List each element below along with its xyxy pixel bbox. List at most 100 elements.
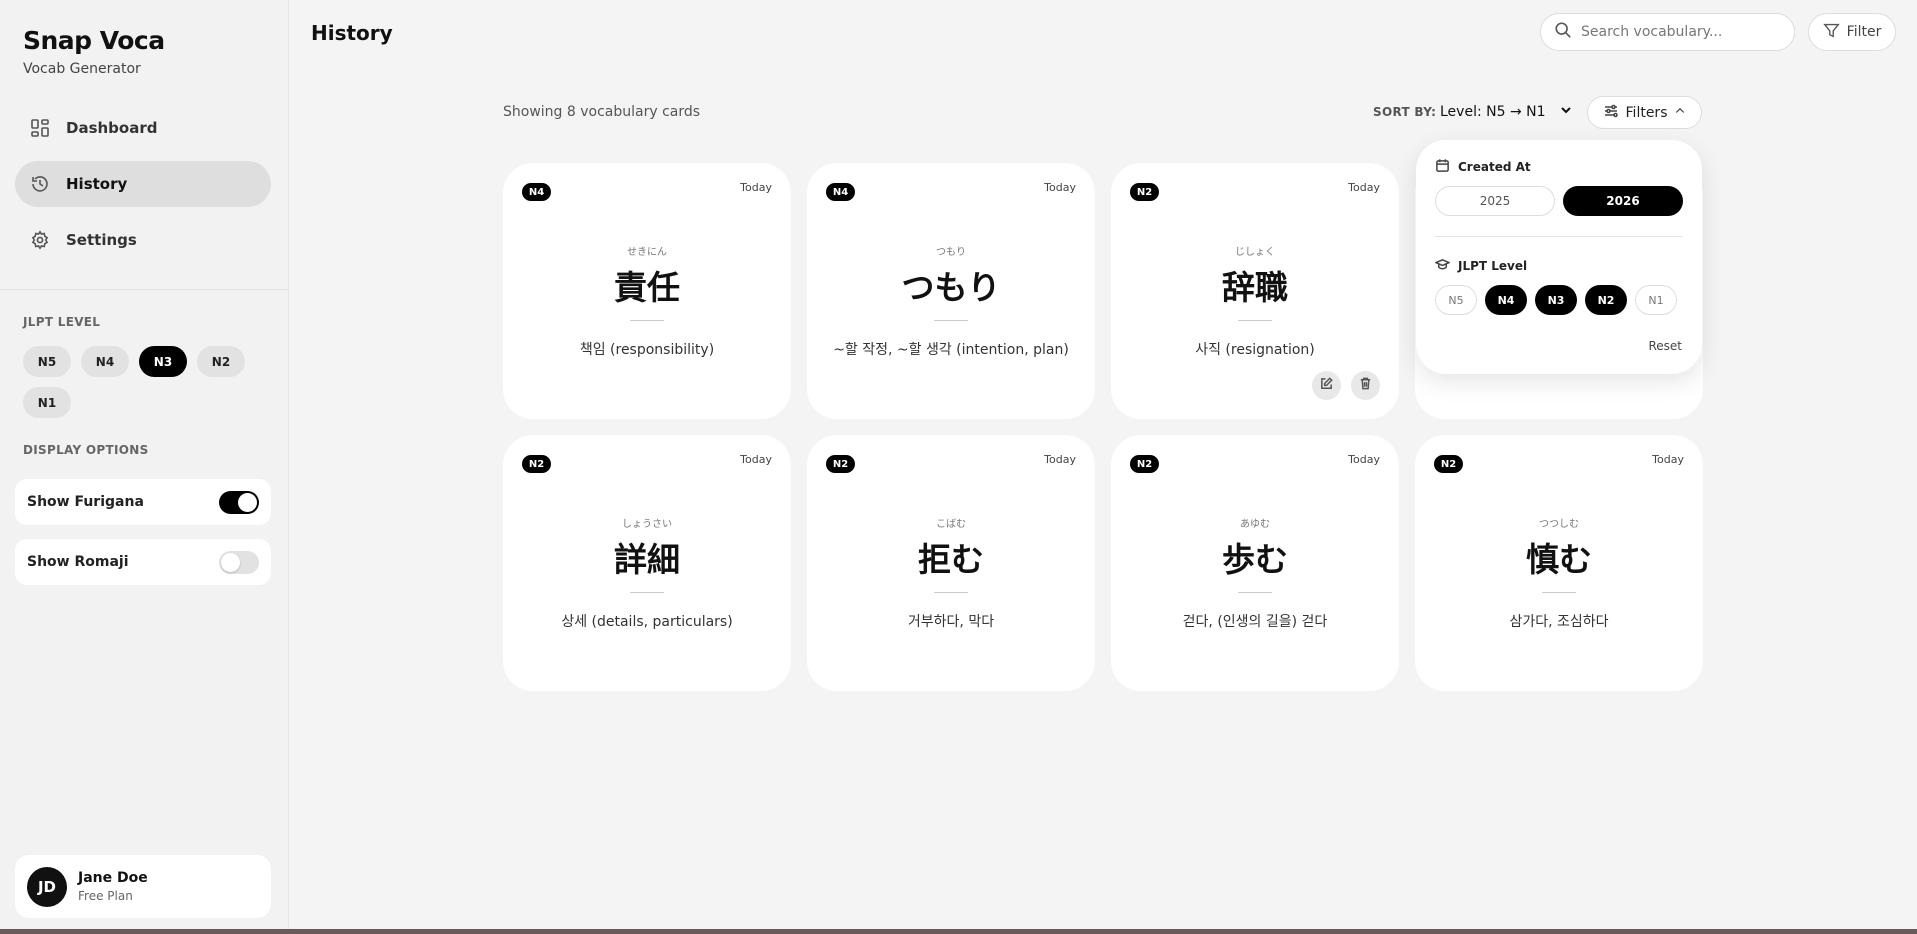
- sidebar-item-dashboard[interactable]: Dashboard: [15, 105, 271, 151]
- vocab-card[interactable]: N4 Today せきにん 責任 책임 (responsibility): [503, 163, 791, 419]
- vocab-card[interactable]: N2 Today あゆむ 歩む 걷다, (인생의 길을) 걷다: [1111, 435, 1399, 691]
- chevron-down-icon: [1559, 103, 1573, 121]
- vocab-card[interactable]: N2 Today つつしむ 慎む 삼가다, 조심하다: [1415, 435, 1703, 691]
- vocab-meaning: 사직 (resignation): [1195, 342, 1315, 358]
- filter-button[interactable]: Filter: [1808, 13, 1896, 51]
- popover-level-n5[interactable]: N5: [1435, 285, 1477, 315]
- sidebar-nav: Dashboard History Settings: [15, 105, 271, 273]
- card-date: Today: [1348, 181, 1380, 194]
- search-input[interactable]: [1581, 24, 1781, 40]
- filter-icon: [1822, 22, 1847, 43]
- level-badge: N2: [1434, 455, 1463, 473]
- level-badge: N2: [1130, 455, 1159, 473]
- sidebar-divider: [0, 289, 289, 290]
- furigana: しょうさい: [622, 519, 672, 530]
- vocab-meaning: 책임 (responsibility): [579, 342, 715, 358]
- reset-button[interactable]: Reset: [1648, 339, 1682, 353]
- sidebar-item-settings[interactable]: Settings: [15, 217, 271, 263]
- popover-level-n1[interactable]: N1: [1635, 285, 1677, 315]
- card-divider: [1542, 592, 1576, 593]
- card-divider: [630, 320, 664, 321]
- popover-level-n2[interactable]: N2: [1585, 285, 1627, 315]
- gear-icon: [30, 230, 50, 250]
- vocab-card[interactable]: N2 Today じしょく 辞職 사직 (resignation): [1111, 163, 1399, 419]
- show-furigana-row: Show Furigana: [15, 479, 271, 525]
- level-chip-n2[interactable]: N2: [197, 346, 245, 377]
- avatar: JD: [27, 866, 67, 907]
- sidebar-item-history[interactable]: History: [15, 161, 271, 207]
- furigana: せきにん: [627, 247, 667, 258]
- search-box[interactable]: [1540, 13, 1795, 51]
- user-name: Jane Doe: [78, 870, 148, 886]
- user-plan: Free Plan: [78, 889, 133, 903]
- level-badge: N2: [1130, 183, 1159, 201]
- level-chip-n5[interactable]: N5: [23, 346, 71, 377]
- filters-toggle-button[interactable]: Filters: [1587, 96, 1702, 129]
- popover-level-n3[interactable]: N3: [1535, 285, 1577, 315]
- edit-icon: [1319, 376, 1334, 395]
- card-date: Today: [740, 453, 772, 466]
- brand: Snap Voca Vocab Generator: [23, 26, 165, 77]
- year-2025-button[interactable]: 2025: [1435, 186, 1555, 216]
- card-date: Today: [1044, 453, 1076, 466]
- level-chip-n4[interactable]: N4: [81, 346, 129, 377]
- popover-divider: [1435, 236, 1683, 237]
- show-romaji-row: Show Romaji: [15, 539, 271, 585]
- show-romaji-toggle[interactable]: [219, 550, 259, 574]
- vocab-meaning: ~할 작정, ~할 생각 (intention, plan): [833, 342, 1069, 358]
- brand-title: Snap Voca: [23, 26, 165, 55]
- sidebar-item-label: Settings: [66, 231, 137, 249]
- furigana: つつしむ: [1539, 519, 1579, 530]
- level-badge: N4: [522, 183, 551, 201]
- popover-level-n4[interactable]: N4: [1485, 285, 1527, 315]
- vocab-word: 拒む: [918, 540, 984, 579]
- created-at-title: Created At: [1458, 160, 1531, 174]
- toggle-knob: [238, 492, 257, 512]
- filters-label: Filters: [1625, 104, 1668, 121]
- vocab-meaning: 걷다, (인생의 길을) 걷다: [1182, 614, 1328, 630]
- sidebar-item-label: Dashboard: [66, 119, 158, 137]
- furigana: こばむ: [936, 519, 966, 530]
- card-divider: [934, 592, 968, 593]
- vocab-meaning: 거부하다, 막다: [907, 614, 995, 630]
- sort-select[interactable]: Level: N5 → N1: [1440, 96, 1573, 128]
- created-at-header: Created At: [1435, 158, 1531, 176]
- level-badge: N4: [826, 183, 855, 201]
- trash-icon: [1358, 376, 1373, 395]
- vocab-card[interactable]: N4 Today つもり つもり ~할 작정, ~할 생각 (intention…: [807, 163, 1095, 419]
- level-chip-n1[interactable]: N1: [23, 387, 71, 418]
- level-chip-n3[interactable]: N3: [139, 346, 187, 377]
- vocab-word: 歩む: [1222, 540, 1288, 579]
- card-divider: [934, 320, 968, 321]
- furigana: じしょく: [1235, 247, 1275, 258]
- show-furigana-label: Show Furigana: [27, 494, 144, 510]
- vocab-card[interactable]: N2 Today こばむ 拒む 거부하다, 막다: [807, 435, 1095, 691]
- jlpt-level-title: JLPT LEVEL: [23, 315, 101, 329]
- edit-button[interactable]: [1312, 371, 1341, 400]
- filter-button-label: Filter: [1846, 24, 1882, 40]
- show-furigana-toggle[interactable]: [219, 490, 259, 514]
- chevron-up-icon: [1674, 105, 1686, 121]
- toggle-knob: [221, 552, 240, 572]
- calendar-icon: [1435, 158, 1458, 176]
- history-icon: [30, 174, 50, 194]
- year-2026-button[interactable]: 2026: [1563, 186, 1683, 216]
- sort-label: SORT BY:: [1373, 105, 1437, 119]
- sidebar-item-label: History: [66, 175, 128, 193]
- popover-level-chips: N5 N4 N3 N2 N1: [1435, 285, 1677, 315]
- card-count: Showing 8 vocabulary cards: [503, 104, 701, 120]
- dashboard-icon: [30, 118, 50, 138]
- delete-button[interactable]: [1351, 371, 1380, 400]
- sliders-icon: [1603, 103, 1619, 123]
- card-date: Today: [1044, 181, 1076, 194]
- user-info: Jane Doe Free Plan: [78, 870, 148, 903]
- vocab-word: 責任: [614, 268, 680, 307]
- card-date: Today: [1652, 453, 1684, 466]
- level-badge: N2: [522, 455, 551, 473]
- graduation-cap-icon: [1434, 257, 1458, 275]
- vocab-meaning: 상세 (details, particulars): [561, 614, 733, 630]
- user-card[interactable]: JD Jane Doe Free Plan: [15, 855, 271, 918]
- brand-subtitle: Vocab Generator: [23, 61, 141, 77]
- vocab-meaning: 삼가다, 조심하다: [1509, 614, 1609, 630]
- vocab-card[interactable]: N2 Today しょうさい 詳細 상세 (details, particula…: [503, 435, 791, 691]
